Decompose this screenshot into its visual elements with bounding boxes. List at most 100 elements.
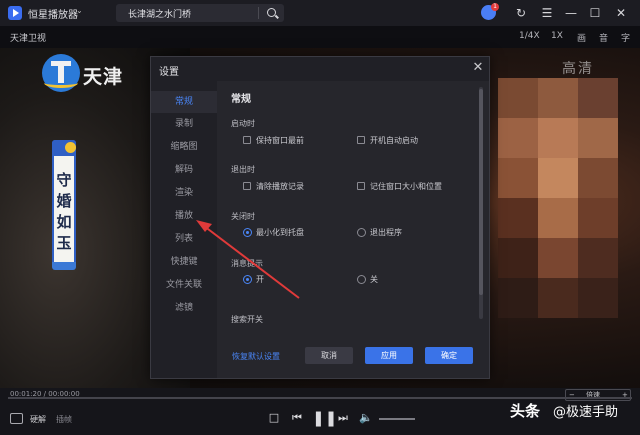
nav-item-general[interactable]: 常规 <box>151 91 217 113</box>
frame-interpolation-label[interactable]: 插帧 <box>56 414 72 425</box>
startup-label: 启动时 <box>231 119 255 128</box>
previous-icon[interactable]: ⏮ <box>289 410 305 426</box>
message-off-radio[interactable] <box>357 275 366 284</box>
on-exit-label: 退出时 <box>231 165 255 174</box>
search-input[interactable]: 长津湖之水门桥 <box>116 4 284 22</box>
mosaic-block <box>498 198 538 238</box>
close-icon[interactable]: ✕ <box>471 60 485 76</box>
stop-icon[interactable]: □ <box>266 410 282 426</box>
nav-item-list[interactable]: 列表 <box>151 228 217 250</box>
search-icon[interactable] <box>267 8 276 17</box>
station-logo-swoosh <box>44 78 78 88</box>
exit-program-radio[interactable] <box>357 228 366 237</box>
search-switch-label: 搜索开关 <box>231 315 263 324</box>
clear-history-label: 清除播放记录 <box>256 182 304 191</box>
auto-start-checkbox[interactable] <box>357 136 365 144</box>
maximize-icon[interactable]: ☐ <box>586 4 604 22</box>
mosaic-block <box>498 278 538 318</box>
nav-item-filters[interactable]: 滤镜 <box>151 297 217 319</box>
hardware-decode-icon[interactable] <box>10 413 23 424</box>
mosaic-block <box>498 238 538 278</box>
dialog-title: 设置 <box>159 67 179 78</box>
mosaic-block <box>498 78 538 118</box>
dialog-header: 设置 ✕ <box>151 57 489 81</box>
settings-dialog: 设置 ✕ 常规 录制 缩略图 解码 渲染 播放 列表 快捷键 文件关联 滤镜 常… <box>150 56 490 379</box>
nav-item-playback[interactable]: 播放 <box>151 205 217 227</box>
mosaic-block <box>538 198 578 238</box>
cancel-button[interactable]: 取消 <box>305 347 353 364</box>
show-title-banner-dot <box>65 142 76 153</box>
volume-slider[interactable] <box>379 418 415 420</box>
mosaic-block <box>578 198 618 238</box>
mosaic-block <box>578 118 618 158</box>
watermark-headline: 头条 <box>510 402 541 420</box>
video-info-bar: 天津卫视 1/4X 1X 画 音 字 <box>0 26 640 48</box>
subtitle-button[interactable]: 字 <box>621 31 630 44</box>
ratio-button[interactable]: 1/4X <box>519 31 540 41</box>
remember-window-label: 记住窗口大小和位置 <box>370 182 442 191</box>
nav-item-file-assoc[interactable]: 文件关联 <box>151 274 217 296</box>
show-title: 守婚如玉 <box>56 171 72 252</box>
mosaic-block <box>538 78 578 118</box>
message-on-radio[interactable] <box>243 275 252 284</box>
message-on-label: 开 <box>256 275 264 284</box>
app-name: 恒星播放器 <box>28 10 78 21</box>
hardware-decode-label[interactable]: 硬解 <box>30 414 46 425</box>
message-off-label: 关 <box>370 275 378 284</box>
show-title-banner-bottom <box>52 262 76 270</box>
nav-item-record[interactable]: 录制 <box>151 113 217 135</box>
audio-button[interactable]: 音 <box>599 31 608 44</box>
search-divider <box>258 7 259 19</box>
picture-button[interactable]: 画 <box>577 31 586 44</box>
nav-item-hotkeys[interactable]: 快捷键 <box>151 251 217 273</box>
mosaic-block <box>538 158 578 198</box>
quality-label: 高清 <box>562 61 594 77</box>
mosaic-block <box>538 118 578 158</box>
volume-icon[interactable]: 🔈 <box>358 410 374 426</box>
exit-program-label: 退出程序 <box>370 228 402 237</box>
keep-on-top-checkbox[interactable] <box>243 136 251 144</box>
message-prompt-label: 消息提示 <box>231 259 263 268</box>
section-title: 常规 <box>231 94 251 105</box>
restore-defaults-link[interactable]: 恢复默认设置 <box>232 351 280 362</box>
confirm-button[interactable]: 确定 <box>425 347 473 364</box>
minimize-icon[interactable]: — <box>562 4 580 22</box>
app-logo-icon <box>8 6 22 20</box>
minimize-tray-radio[interactable] <box>243 228 252 237</box>
station-logo-text: 天津 <box>83 66 124 88</box>
mosaic-block <box>578 238 618 278</box>
title-bar: 恒星播放器 ⌄ 长津湖之水门桥 1 ↻ ☰ — ☐ ✕ <box>0 0 640 26</box>
speed-button[interactable]: 1X <box>551 31 563 41</box>
remember-window-checkbox[interactable] <box>357 182 365 190</box>
watermark-handle: @极速手助 <box>553 405 619 420</box>
auto-start-label: 开机自动启动 <box>370 136 418 145</box>
mosaic-block <box>498 158 538 198</box>
mosaic-block <box>578 158 618 198</box>
refresh-icon[interactable]: ↻ <box>512 4 530 22</box>
channel-name: 天津卫视 <box>10 34 47 44</box>
mosaic-block <box>538 238 578 278</box>
chevron-down-icon[interactable]: ⌄ <box>76 6 83 15</box>
mosaic-block <box>578 278 618 318</box>
mosaic-block <box>538 278 578 318</box>
apply-button[interactable]: 应用 <box>365 347 413 364</box>
close-icon[interactable]: ✕ <box>612 4 630 22</box>
mosaic-block <box>498 118 538 158</box>
notification-badge: 1 <box>491 3 499 11</box>
seek-bar[interactable] <box>8 397 632 399</box>
nav-item-decode[interactable]: 解码 <box>151 159 217 181</box>
pause-icon[interactable]: ❚❚ <box>312 410 337 426</box>
dialog-footer: 恢复默认设置 取消 应用 确定 <box>151 331 489 378</box>
on-close-label: 关闭时 <box>231 212 255 221</box>
menu-icon[interactable]: ☰ <box>538 4 556 22</box>
clear-history-checkbox[interactable] <box>243 182 251 190</box>
nav-item-thumbnail[interactable]: 缩略图 <box>151 136 217 158</box>
search-query[interactable]: 长津湖之水门桥 <box>128 7 191 20</box>
mosaic-block <box>578 78 618 118</box>
minimize-tray-label: 最小化到托盘 <box>256 228 304 237</box>
scrollbar-thumb[interactable] <box>479 89 483 295</box>
speed-stepper[interactable]: − 倍速 + <box>565 389 631 401</box>
nav-item-render[interactable]: 渲染 <box>151 182 217 204</box>
next-icon[interactable]: ⏭ <box>335 410 351 426</box>
keep-on-top-label: 保持窗口最前 <box>256 136 304 145</box>
